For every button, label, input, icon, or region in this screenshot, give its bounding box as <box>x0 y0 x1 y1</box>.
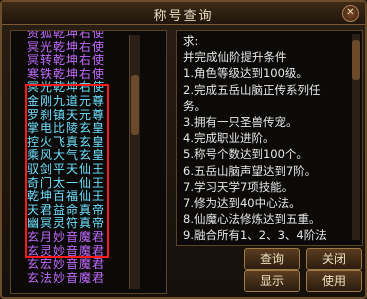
list-scroll-thumb[interactable] <box>131 75 139 135</box>
description-line: 7.学习天学7项技能。 <box>183 179 294 194</box>
list-scrollbar[interactable] <box>129 35 140 289</box>
description-scrollbar[interactable] <box>352 34 360 240</box>
title-query-window: 称号查询 ✕ 资狐乾坤右使 冥光乾坤右使 冥转乾坤右使 寒铁乾坤右使 冥光乾坤右使 金刚九… <box>0 0 367 299</box>
description-line: 宝。 <box>183 244 355 246</box>
description-line: 求: <box>183 34 199 48</box>
description-line: 5.称号个数达到100个。 <box>183 147 308 162</box>
description-line: 7.修为达到40中心法。 <box>183 196 301 211</box>
description-line: 2.完成五岳山脑正传系列任 <box>183 82 321 97</box>
description-line: 并完成仙阶提升条件 <box>183 50 287 65</box>
description-text: 求: 并完成仙阶提升条件 1.角色等级达到100级。 2.完成五岳山脑正传系列任 务。 3… <box>183 33 355 246</box>
description-scroll-thumb[interactable] <box>352 40 360 80</box>
description-line: 务。 <box>183 98 206 113</box>
title-list-panel: 资狐乾坤右使 冥光乾坤右使 冥转乾坤右使 寒铁乾坤右使 冥光乾坤右使 金刚九道元尊 罗刹镇天… <box>10 30 167 294</box>
description-panel: 求: 并完成仙阶提升条件 1.角色等级达到100级。 2.完成五岳山脑正传系列任 务。 3… <box>176 30 363 246</box>
description-line: 6.五岳山脑声望达到7阶。 <box>183 163 317 178</box>
close-button[interactable]: 关闭 <box>306 248 362 270</box>
show-button[interactable]: 显示 <box>244 270 300 292</box>
window-title: 称号查询 <box>153 9 214 24</box>
description-line: 3.拥有一只圣兽传宠。 <box>183 115 298 130</box>
use-button[interactable]: 使用 <box>306 270 362 292</box>
description-line: 8.仙魔心法修炼达到五重。 <box>183 212 321 227</box>
description-line: 9.融合所有1、2、3、4阶法 <box>183 228 327 243</box>
close-icon[interactable]: ✕ <box>342 5 359 22</box>
description-line: 1.角色等级达到100级。 <box>183 66 308 81</box>
query-button[interactable]: 查询 <box>244 248 300 270</box>
highlight-box <box>25 84 109 258</box>
title-bar: 称号查询 ✕ <box>2 2 365 25</box>
description-line: 4.完成职业进阶。 <box>183 131 275 146</box>
title-list-item[interactable]: 玄法妙音魔君 <box>27 270 105 286</box>
